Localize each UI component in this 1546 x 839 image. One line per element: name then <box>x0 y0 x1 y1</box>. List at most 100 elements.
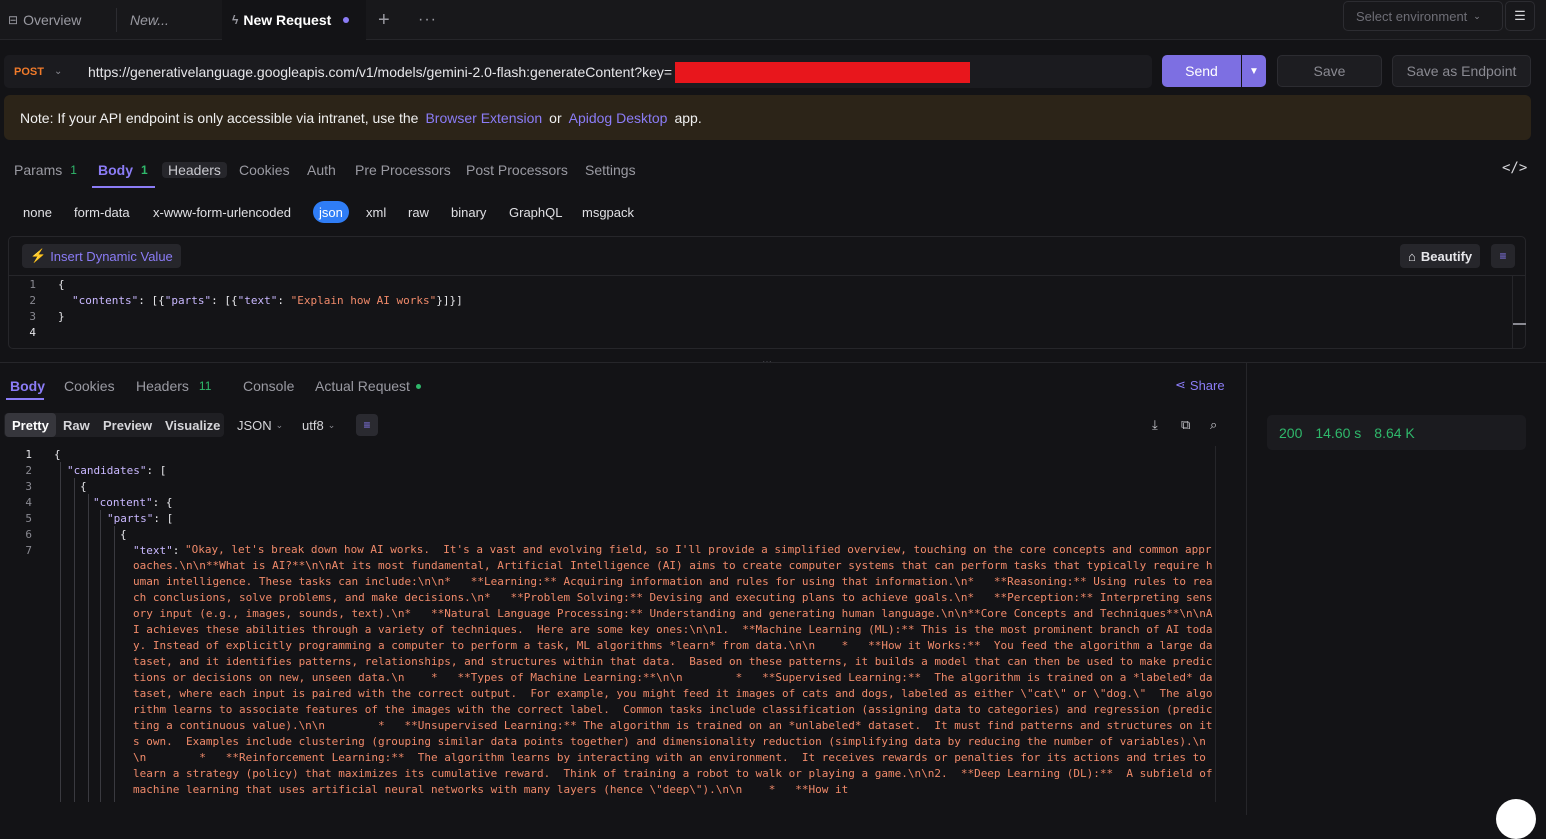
insert-dynamic-value-label: Insert Dynamic Value <box>50 248 173 264</box>
view-raw[interactable]: Raw <box>63 413 90 437</box>
body-type-xml[interactable]: xml <box>366 201 386 223</box>
body-type-graphql[interactable]: GraphQL <box>509 201 562 223</box>
response-tab-body[interactable]: Body <box>10 374 45 398</box>
response-time: 14.60 s <box>1315 424 1362 441</box>
tab-settings[interactable]: Settings <box>585 156 636 184</box>
encoding-label: utf8 <box>302 417 324 433</box>
encoding-select[interactable]: utf8 ⌄ <box>302 413 335 437</box>
tab-new[interactable]: New... <box>130 0 169 40</box>
code-line: { <box>80 480 87 493</box>
indent-guide <box>100 510 101 802</box>
copy-icon[interactable]: ⧉ <box>1181 417 1190 433</box>
active-tab-indicator <box>6 398 44 400</box>
send-options-icon[interactable]: ▼ <box>1242 55 1266 87</box>
active-tab-indicator <box>92 186 155 188</box>
code-line: "parts": [ <box>107 512 173 525</box>
view-visualize[interactable]: Visualize <box>165 413 220 437</box>
line-number: 3 <box>29 310 36 323</box>
json-punct: }]}] <box>436 294 463 307</box>
tab-auth[interactable]: Auth <box>307 156 336 184</box>
status-code: 200 <box>1279 424 1303 441</box>
status-dot <box>415 383 421 389</box>
redacted-api-key <box>675 62 970 83</box>
tab-body-count: 1 <box>141 163 148 177</box>
format-label: JSON <box>237 417 272 433</box>
more-tabs-icon[interactable]: ··· <box>418 0 437 40</box>
tab-cookies[interactable]: Cookies <box>239 156 290 184</box>
code-icon[interactable]: </> <box>1502 160 1527 176</box>
magic-wand-icon: ⚡ <box>30 248 47 263</box>
body-type-json[interactable]: json <box>313 201 349 223</box>
share-button[interactable]: ⋖ Share <box>1175 377 1225 393</box>
panel-divider-vertical <box>1246 363 1247 815</box>
editor-scrollbar[interactable] <box>1512 276 1526 348</box>
tab-new-request-label: New Request <box>243 12 332 28</box>
body-type-none[interactable]: none <box>23 201 52 223</box>
unsaved-dot <box>343 17 350 23</box>
share-label: Share <box>1189 377 1225 393</box>
hamburger-menu-icon[interactable]: ☰ <box>1505 1 1535 31</box>
intranet-note: Note: If your API endpoint is only acces… <box>4 95 1531 140</box>
help-avatar[interactable] <box>1496 799 1536 839</box>
tab-params[interactable]: Params 1 <box>14 156 77 184</box>
line-number: 6 <box>25 528 32 541</box>
download-icon[interactable]: ⤓ <box>1152 417 1158 433</box>
response-tab-console[interactable]: Console <box>243 374 294 398</box>
add-tab-icon[interactable]: + <box>378 0 390 40</box>
word-wrap-icon[interactable]: ≡ <box>356 414 378 436</box>
tab-headers[interactable]: Headers <box>162 156 227 184</box>
editor-divider <box>9 275 1525 276</box>
json-punct: : [ <box>153 512 174 525</box>
beautify-button[interactable]: ⌂ Beautify <box>1400 244 1481 268</box>
view-pretty[interactable]: Pretty <box>5 413 56 437</box>
browser-extension-link[interactable]: Browser Extension <box>425 110 542 126</box>
word-wrap-icon[interactable]: ≡ <box>1491 244 1515 268</box>
method-label: POST <box>14 65 44 78</box>
response-text-value: "Okay, let's break down how AI works. It… <box>133 543 1213 796</box>
json-key: "parts" <box>107 512 154 525</box>
request-body-editor[interactable] <box>8 236 1526 349</box>
scrollbar-thumb[interactable] <box>1513 323 1526 325</box>
body-type-msgpack[interactable]: msgpack <box>582 201 634 223</box>
apidog-desktop-link[interactable]: Apidog Desktop <box>569 110 668 126</box>
response-tab-actual-request[interactable]: Actual Request <box>315 374 421 398</box>
save-as-endpoint-button[interactable]: Save as Endpoint <box>1392 55 1531 87</box>
save-button[interactable]: Save <box>1277 55 1382 87</box>
view-preview[interactable]: Preview <box>103 413 152 437</box>
response-tab-actual-request-label: Actual Request <box>315 378 410 394</box>
line-number: 2 <box>29 294 36 307</box>
search-icon[interactable]: ⌕ <box>1210 417 1217 433</box>
tab-headers-label: Headers <box>162 162 227 178</box>
tab-new-request[interactable]: ϟ New Request <box>222 0 366 40</box>
format-select[interactable]: JSON ⌄ <box>237 413 283 437</box>
response-tab-cookies[interactable]: Cookies <box>64 374 115 398</box>
beautify-icon: ⌂ <box>1408 248 1416 264</box>
body-type-raw[interactable]: raw <box>408 201 429 223</box>
response-tab-headers[interactable]: Headers 11 <box>136 374 211 398</box>
tab-body[interactable]: Body 1 <box>98 156 148 184</box>
json-string: "Explain how AI works" <box>290 294 437 307</box>
send-button[interactable]: Send <box>1162 55 1241 87</box>
insert-dynamic-value-button[interactable]: ⚡ Insert Dynamic Value <box>22 244 181 268</box>
code-line: { <box>120 528 127 541</box>
method-select[interactable]: POST ⌄ <box>14 55 62 88</box>
json-key: "parts" <box>164 294 212 307</box>
line-number: 3 <box>25 480 32 493</box>
url-input[interactable]: https://generativelanguage.googleapis.co… <box>88 55 672 88</box>
body-type-form-data[interactable]: form-data <box>74 201 130 223</box>
tab-overview[interactable]: ⊟ Overview <box>8 0 81 40</box>
response-headers-count: 11 <box>198 379 212 393</box>
panel-divider[interactable] <box>0 362 1546 363</box>
tab-pre-processors[interactable]: Pre Processors <box>355 156 451 184</box>
line-number: 1 <box>29 278 36 291</box>
note-middle: or <box>549 109 562 126</box>
environment-select-label: Select environment <box>1356 8 1468 24</box>
code-line: { <box>54 448 61 461</box>
environment-select[interactable]: Select environment ⌄ <box>1343 1 1503 31</box>
body-type-binary[interactable]: binary <box>451 201 486 223</box>
code-line: "content": { <box>93 496 172 509</box>
tab-post-processors[interactable]: Post Processors <box>466 156 568 184</box>
body-type-urlencoded[interactable]: x-www-form-urlencoded <box>153 201 291 223</box>
response-tab-headers-label: Headers <box>136 378 189 394</box>
chevron-down-icon: ⌄ <box>1473 10 1481 21</box>
